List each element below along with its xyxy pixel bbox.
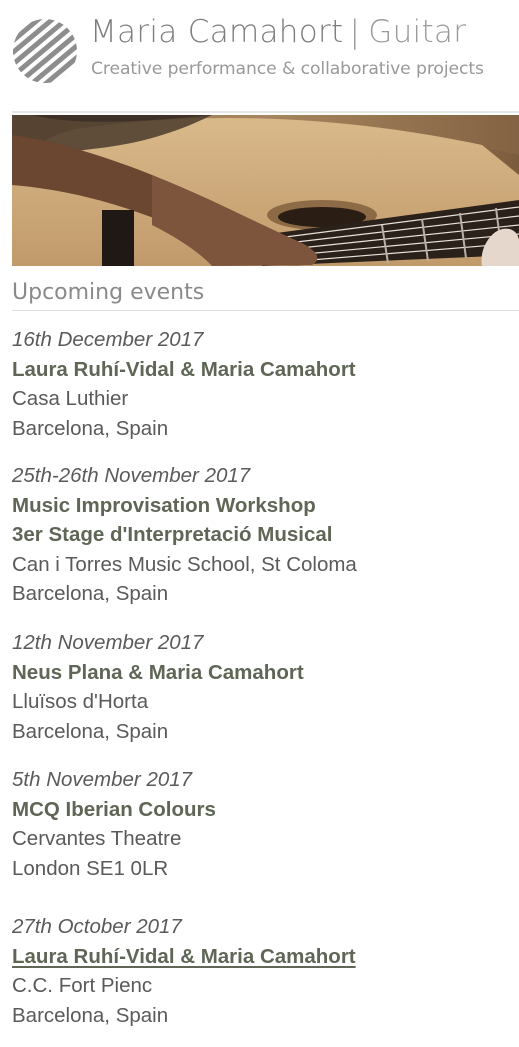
hero-image [12,115,519,266]
event-location: Barcelona, Spain [12,719,169,743]
section-divider [12,310,519,311]
site-instrument: Guitar [368,14,467,50]
event-date: 25th-26th November 2017 [12,464,251,487]
event-venue: Casa Luthier [12,387,129,410]
header-divider [12,111,519,113]
event-venue: Cervantes Theatre [12,827,182,850]
event-item: 27th October 2017 Laura Ruhí-Vidal & Mar… [12,912,512,1030]
title-separator: | [349,14,361,50]
event-title: Neus Plana & Maria Camahort [12,660,304,684]
event-location: Barcelona, Spain [12,582,169,605]
event-title-link[interactable]: Laura Ruhí-Vidal & Maria Camahort [12,942,512,972]
site-header: Maria Camahort | Guitar Creative performan… [0,0,519,112]
site-tagline: Creative performance & collaborative pro… [91,59,484,79]
event-location: London SE1 0LR [12,856,169,880]
event-item: 25th-26th November 2017 Music Improvisat… [12,461,512,609]
event-subtitle: 3er Stage d'Interpretació Musical [12,523,333,546]
event-date: 16th December 2017 [12,328,204,351]
site-name: Maria Camahort [90,14,344,50]
event-venue: Can i Torres Music School, St Coloma [12,552,357,576]
event-date: 5th November 2017 [12,768,193,791]
striped-circle-logo-icon[interactable] [12,18,78,84]
event-item: 5th November 2017 MCQ Iberian Colours Ce… [12,765,512,883]
event-location: Barcelona, Spain [12,1003,169,1027]
event-item: 16th December 2017 Laura Ruhí-Vidal & Ma… [12,325,512,443]
site-title[interactable]: Maria Camahort | Guitar [90,14,466,50]
event-location: Barcelona, Spain [12,416,169,440]
event-date: 12th November 2017 [12,631,204,654]
event-venue: C.C. Fort Pienc [12,974,153,997]
section-title: Upcoming events [12,280,205,305]
event-item: 12th November 2017 Neus Plana & Maria Ca… [12,628,512,746]
event-title: MCQ Iberian Colours [12,797,216,821]
event-title: Music Improvisation Workshop [12,493,316,517]
event-date: 27th October 2017 [12,915,182,938]
guitar-player-photo [12,115,519,266]
event-venue: Lluïsos d'Horta [12,690,149,713]
event-title: Laura Ruhí-Vidal & Maria Camahort [12,357,356,381]
